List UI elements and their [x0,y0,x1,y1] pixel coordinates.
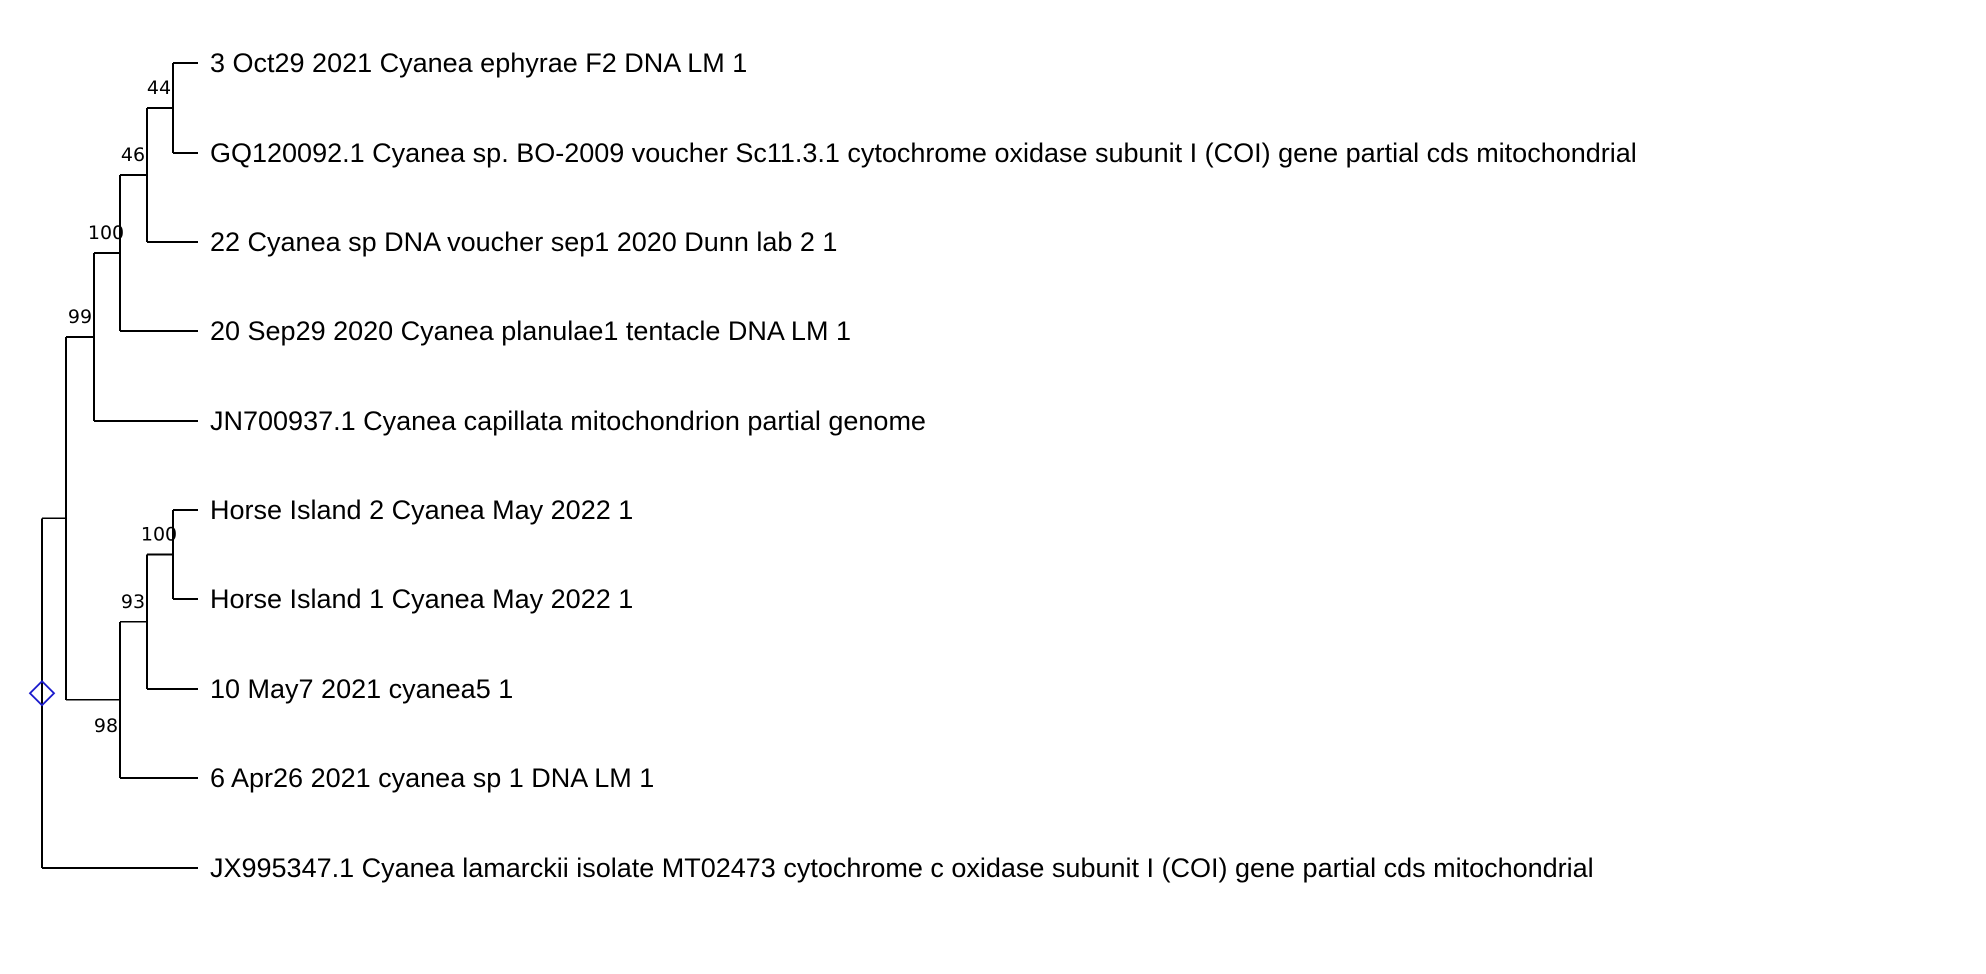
bootstrap-support-values: 44 46 100 99 100 93 98 [68,77,177,737]
support-value: 100 [141,524,177,546]
taxon-label[interactable]: JN700937.1 Cyanea capillata mitochondrio… [210,406,926,436]
support-value: 46 [121,144,145,166]
taxon-label[interactable]: 10 May7 2021 cyanea5 1 [210,674,513,704]
taxon-label[interactable]: JX995347.1 Cyanea lamarckii isolate MT02… [210,853,1594,883]
taxon-labels: 3 Oct29 2021 Cyanea ephyrae F2 DNA LM 1 G… [210,48,1637,883]
support-value: 44 [147,77,171,99]
taxon-label[interactable]: 3 Oct29 2021 Cyanea ephyrae F2 DNA LM 1 [210,48,747,78]
taxon-label[interactable]: 6 Apr26 2021 cyanea sp 1 DNA LM 1 [210,763,654,793]
taxon-label[interactable]: Horse Island 1 Cyanea May 2022 1 [210,584,633,614]
support-value: 98 [94,715,118,737]
support-value: 93 [121,591,145,613]
phylogenetic-tree: 44 46 100 99 100 93 98 3 Oct29 2021 Cyanea eph… [28,48,1637,883]
taxon-label[interactable]: 20 Sep29 2020 Cyanea planulae1 tentacle … [210,316,851,346]
support-value: 99 [68,306,92,328]
tree-branches [41,62,198,869]
taxon-label[interactable]: Horse Island 2 Cyanea May 2022 1 [210,495,633,525]
taxon-label[interactable]: GQ120092.1 Cyanea sp. BO-2009 voucher Sc… [210,138,1637,168]
taxon-label[interactable]: 22 Cyanea sp DNA voucher sep1 2020 Dunn … [210,227,837,257]
support-value: 100 [88,222,124,244]
